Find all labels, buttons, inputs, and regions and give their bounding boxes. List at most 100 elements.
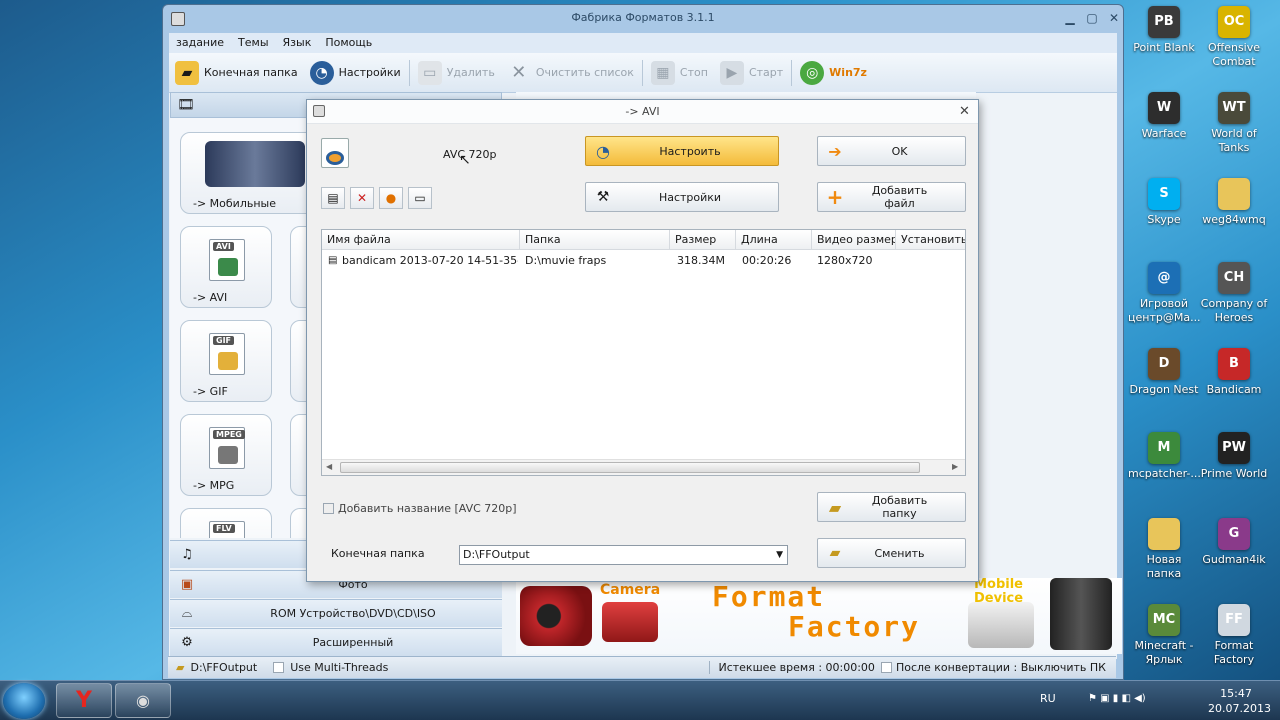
desktop-icon-label: Prime World — [1200, 467, 1268, 480]
menu-help[interactable]: Помощь — [318, 33, 379, 53]
phones-icon — [1050, 578, 1112, 650]
settings-dialog-button[interactable]: ⚒ Настройки — [585, 182, 779, 212]
desktop-icon-8[interactable]: D Dragon Nest — [1128, 348, 1200, 397]
change-button[interactable]: ▰ Сменить — [817, 538, 966, 568]
desktop-icon-15[interactable]: FF Format Factory — [1198, 604, 1270, 667]
advanced-category[interactable]: ⚙ Расширенный — [170, 628, 502, 656]
settings-button[interactable]: ◔ Настройки — [304, 57, 407, 89]
folder-icon: ▰ — [829, 545, 841, 561]
yandex-browser-taskbar-icon[interactable]: Y — [56, 683, 112, 718]
clear-list-button[interactable]: ✕ Очистить список — [501, 57, 640, 89]
desktop-icon-label: Warface — [1141, 127, 1187, 140]
desktop-icon-2[interactable]: W Warface — [1128, 92, 1200, 141]
desktop-icon-7[interactable]: CH Company of Heroes — [1198, 262, 1270, 325]
desktop-icon-12[interactable]: Новая папка — [1128, 518, 1200, 581]
after-convert-checkbox[interactable] — [880, 662, 892, 673]
desktop-icon-4[interactable]: S Skype — [1128, 178, 1200, 227]
avi-format-icon — [321, 138, 349, 168]
desktop-icon-6[interactable]: @ Игровой центр@Ma... — [1128, 262, 1201, 325]
ok-button[interactable]: ➔ OK — [817, 136, 966, 166]
app-icon: G — [1218, 518, 1250, 550]
desktop-icon-0[interactable]: PB Point Blank — [1128, 6, 1200, 55]
desktop-icon-label: Point Blank — [1133, 41, 1195, 54]
col-size[interactable]: Размер — [670, 230, 736, 250]
format-factory-taskbar-icon[interactable]: ◉ — [115, 683, 171, 718]
plus-icon: + — [826, 185, 844, 209]
folder-add-icon: ▰ — [828, 497, 842, 517]
desktop-icon-10[interactable]: Mmcpatcher-... — [1128, 432, 1201, 481]
cell-video-size: 1280x720 — [817, 254, 873, 267]
desktop-icon-label: Offensive Combat — [1207, 41, 1261, 68]
col-folder[interactable]: Папка — [520, 230, 670, 250]
start-button[interactable] — [3, 683, 45, 719]
app-icon — [171, 12, 185, 26]
desktop-icon-11[interactable]: PW Prime World — [1198, 432, 1270, 481]
camera-label: Camera — [600, 582, 661, 598]
tray-icons[interactable]: ⚑ ▣ ▮ ◧ ◀) — [1088, 693, 1146, 704]
desktop-icon-5[interactable]: weg84wmq — [1198, 178, 1270, 227]
banner-format-text: Format — [712, 580, 826, 613]
add-folder-button[interactable]: ▰ Добавить папку — [817, 492, 966, 522]
dialog-close-icon[interactable]: ✕ — [959, 104, 970, 119]
app-icon: CH — [1218, 262, 1250, 294]
app-icon: D — [1148, 348, 1180, 380]
arrow-right-icon: ➔ — [828, 141, 842, 161]
output-folder-combobox[interactable]: D:\FFOutput ▼ — [459, 545, 788, 565]
scroll-thumb[interactable] — [340, 462, 920, 473]
col-filename[interactable]: Имя файла — [322, 230, 520, 250]
desktop-icon-label: Новая папка — [1146, 553, 1182, 580]
desktop-icon-3[interactable]: WT World of Tanks — [1198, 92, 1270, 155]
scroll-right-icon[interactable]: ▶ — [952, 462, 958, 471]
rom-category[interactable]: ⌓ ROM Устройство\DVD\CD\ISO — [170, 599, 502, 627]
info-small-icon[interactable]: ▭ — [408, 187, 432, 209]
desktop-icon-1[interactable]: OC Offensive Combat — [1198, 6, 1270, 69]
clock[interactable]: 15:47 20.07.2013 — [1208, 686, 1271, 716]
gif-icon: GIF — [209, 333, 245, 375]
col-set[interactable]: Установить д — [896, 230, 965, 250]
add-file-button[interactable]: + Добавить файл — [817, 182, 966, 212]
tile-avi[interactable]: AVI -> AVI — [180, 226, 272, 308]
chevron-down-icon[interactable]: ▼ — [776, 546, 783, 564]
file-remove-small-icon[interactable]: ✕ — [350, 187, 374, 209]
col-length[interactable]: Длина — [736, 230, 812, 250]
col-video-size[interactable]: Видео размер — [812, 230, 896, 250]
add-name-checkbox[interactable] — [323, 503, 334, 514]
win7z-button[interactable]: ◎ Win7z — [794, 57, 873, 89]
desktop-icon-label: Dragon Nest — [1129, 383, 1199, 396]
configure-button[interactable]: ◔ Настроить — [585, 136, 779, 166]
mpg-icon: MPEG — [209, 427, 245, 469]
delete-button[interactable]: ▭ Удалить — [412, 57, 501, 89]
menu-language[interactable]: Язык — [276, 33, 319, 53]
play-small-icon[interactable]: ● — [379, 187, 403, 209]
tile-mobile[interactable]: -> Мобильные — [180, 132, 308, 214]
minimize-icon[interactable]: ▁ — [1063, 11, 1077, 25]
clock-time: 15:47 — [1220, 687, 1252, 700]
start-conversion-button[interactable]: ▶ Старт — [714, 57, 789, 89]
tile-flv[interactable]: FLV — [180, 508, 272, 538]
toolbar-separator — [408, 59, 410, 86]
menu-task[interactable]: задание — [169, 33, 231, 53]
file-add-small-icon[interactable]: ▤ — [321, 187, 345, 209]
file-icon: ▤ — [328, 255, 338, 266]
tile-mpg[interactable]: MPEG -> MPG — [180, 414, 272, 496]
stop-button[interactable]: ▦ Стоп — [645, 57, 714, 89]
multithreads-checkbox[interactable] — [273, 662, 285, 673]
tile-gif[interactable]: GIF -> GIF — [180, 320, 272, 402]
dialog-title: -> AVI — [307, 100, 978, 124]
music-note-icon: ♫ — [181, 546, 193, 562]
status-output-path[interactable]: D:\FFOutput — [190, 661, 257, 674]
desktop-icon-14[interactable]: MC Minecraft - Ярлык — [1128, 604, 1200, 667]
add-name-option[interactable]: Добавить название [AVC 720p] — [323, 502, 517, 515]
language-indicator[interactable]: RU — [1040, 692, 1056, 705]
close-icon[interactable]: ✕ — [1107, 11, 1121, 25]
menu-themes[interactable]: Темы — [231, 33, 275, 53]
scroll-left-icon[interactable]: ◀ — [326, 462, 332, 471]
maximize-icon[interactable]: ▢ — [1085, 11, 1099, 25]
desktop-icon-13[interactable]: G Gudman4ik — [1198, 518, 1270, 567]
output-folder-button[interactable]: ▰ Конечная папка — [169, 57, 304, 89]
settings-icon: ◔ — [309, 60, 334, 85]
app-icon: MC — [1148, 604, 1180, 636]
horizontal-scrollbar[interactable]: ◀ ▶ — [322, 459, 965, 475]
folder-icon — [1218, 178, 1250, 210]
desktop-icon-9[interactable]: B Bandicam — [1198, 348, 1270, 397]
